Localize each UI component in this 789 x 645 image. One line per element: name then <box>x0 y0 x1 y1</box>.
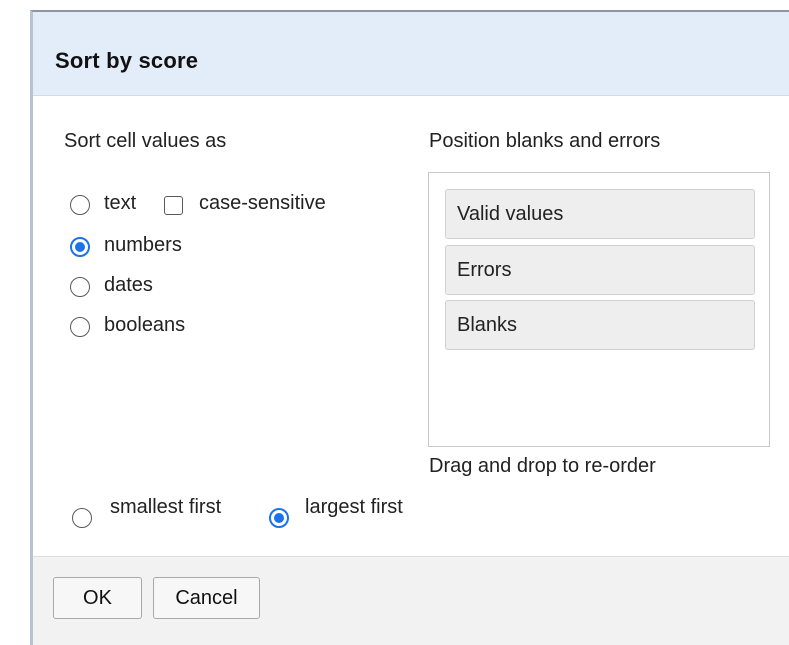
radio-booleans-label: booleans <box>104 314 186 336</box>
radio-numbers[interactable] <box>70 237 90 257</box>
case-sensitive-checkbox[interactable] <box>164 196 183 215</box>
blanks-errors-order-list: Valid values Errors Blanks <box>428 172 770 447</box>
radio-text-label: text <box>104 192 137 214</box>
radio-smallest-first-label: smallest first <box>110 496 222 518</box>
dialog-title: Sort by score <box>55 48 199 73</box>
radio-largest-first[interactable] <box>269 508 289 528</box>
dialog-titlebar: Sort by score <box>33 12 789 96</box>
blanks-errors-heading: Position blanks and errors <box>429 130 661 152</box>
order-item-valid-values[interactable]: Valid values <box>445 189 755 239</box>
order-item-blanks[interactable]: Blanks <box>445 300 755 350</box>
radio-numbers-label: numbers <box>104 234 182 256</box>
radio-dates-label: dates <box>104 274 153 296</box>
radio-smallest-first[interactable] <box>72 508 92 528</box>
dialog-footer: OK Cancel <box>33 556 789 645</box>
radio-booleans[interactable] <box>70 317 90 337</box>
reorder-hint: Drag and drop to re-order <box>429 455 656 477</box>
ok-button[interactable]: OK <box>53 577 142 619</box>
sort-dialog: Sort by score Sort cell values as text c… <box>30 10 789 645</box>
screen: Sort by score Sort cell values as text c… <box>0 0 789 645</box>
cancel-button[interactable]: Cancel <box>153 577 260 619</box>
case-sensitive-label: case-sensitive <box>199 192 326 214</box>
sort-as-heading: Sort cell values as <box>64 130 227 152</box>
radio-text[interactable] <box>70 195 90 215</box>
radio-dates[interactable] <box>70 277 90 297</box>
radio-largest-first-label: largest first <box>305 496 403 518</box>
order-item-errors[interactable]: Errors <box>445 245 755 295</box>
